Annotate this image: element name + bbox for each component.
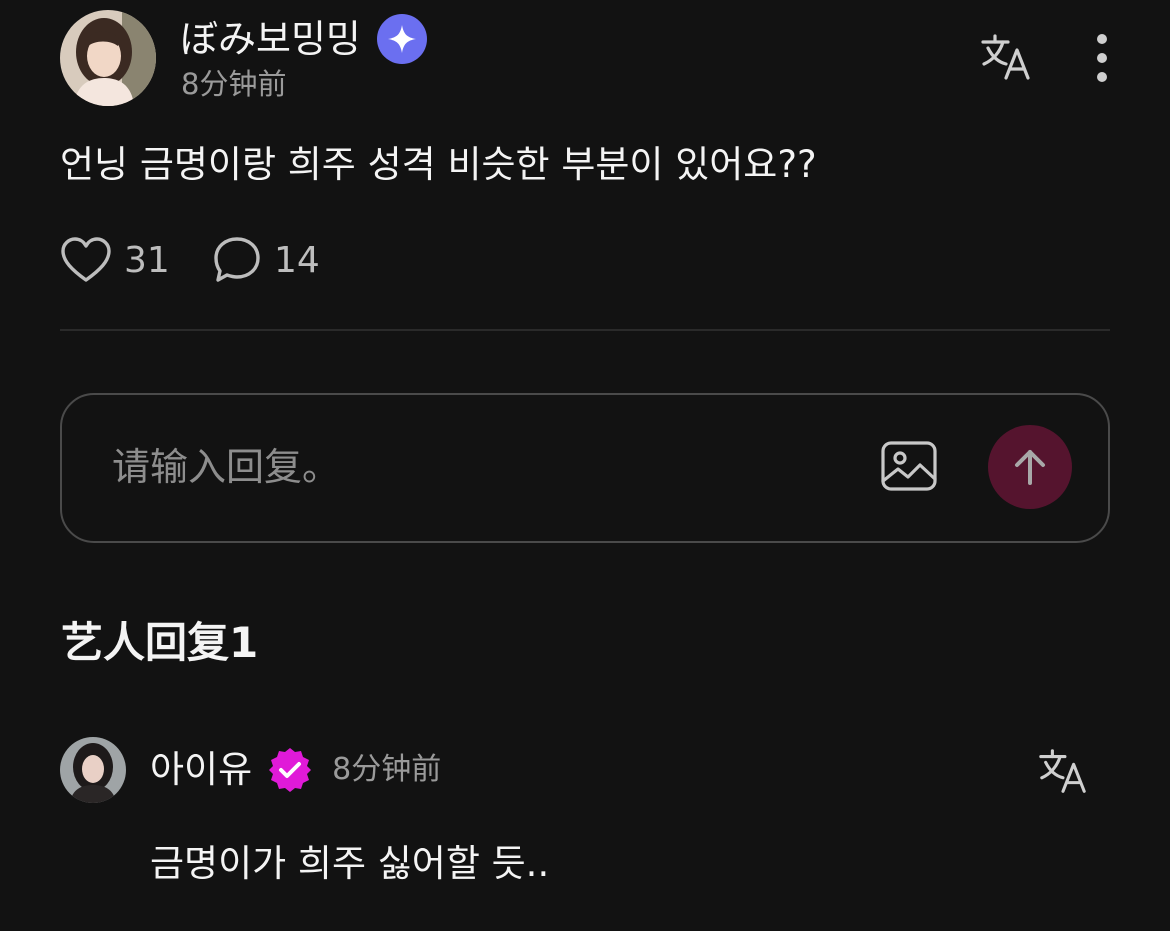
artist-replies-title: 艺人回复1 <box>61 618 259 667</box>
artist-name[interactable]: 아이유 <box>150 744 252 796</box>
post-content: 언닝 금명이랑 희주 성격 비슷한 부분이 있어요?? <box>60 143 817 186</box>
like-count: 31 <box>124 239 170 281</box>
arrow-up-icon <box>1015 450 1045 485</box>
speech-bubble-icon <box>214 237 260 282</box>
author-name-row: ぼみ보밍밍 <box>180 14 427 64</box>
sparkle-star-icon <box>376 14 427 64</box>
image-icon[interactable] <box>880 439 938 495</box>
artist-reply-content: 금명이가 희주 싫어할 듯.. <box>150 842 550 885</box>
send-button[interactable] <box>988 425 1072 509</box>
artist-avatar[interactable] <box>60 737 126 803</box>
like-button[interactable]: 31 <box>60 232 170 288</box>
reply-input[interactable] <box>112 441 792 493</box>
heart-outline-icon <box>61 237 111 282</box>
verified-check-icon <box>266 746 314 794</box>
translate-icon[interactable] <box>978 30 1034 86</box>
translate-icon[interactable] <box>1036 745 1090 799</box>
artist-reply-time: 8分钟前 <box>332 752 442 787</box>
artist-reply-header: 아이유 8分钟前 <box>150 744 441 796</box>
reply-box <box>60 393 1110 543</box>
post-detail-page: ぼみ보밍밍 8分钟前 언닝 금명이랑 희주 성격 비슷한 부분이 있어요?? 3… <box>0 0 1170 931</box>
author-avatar[interactable] <box>60 10 156 106</box>
divider <box>60 329 1110 331</box>
post-time: 8分钟前 <box>181 67 287 101</box>
comment-count: 14 <box>274 239 320 281</box>
author-name[interactable]: ぼみ보밍밍 <box>180 15 361 63</box>
comment-button[interactable]: 14 <box>212 232 320 288</box>
more-vertical-icon[interactable] <box>1086 30 1118 86</box>
